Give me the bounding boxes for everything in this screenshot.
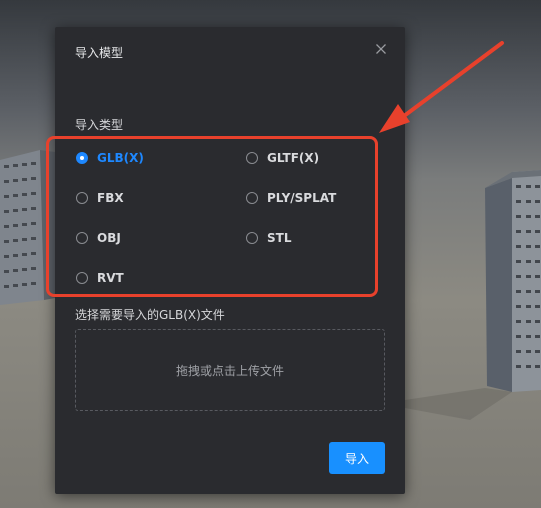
radio-option-stl[interactable]: STL xyxy=(246,228,291,248)
left-building xyxy=(0,150,55,305)
radio-unchecked-icon[interactable] xyxy=(76,232,88,244)
option-label: STL xyxy=(267,231,292,245)
right-building xyxy=(405,170,541,420)
dialog-title: 导入模型 xyxy=(75,46,124,60)
option-label: FBX xyxy=(97,191,124,205)
radio-option-ply-splat[interactable]: PLY/SPLAT xyxy=(246,188,336,208)
option-label: GLB(X) xyxy=(97,151,144,165)
option-label: OBJ xyxy=(97,231,121,245)
radio-option-obj[interactable]: OBJ xyxy=(76,228,121,248)
radio-checked-icon[interactable] xyxy=(76,152,88,164)
dropzone-hint: 拖拽或点击上传文件 xyxy=(175,363,284,378)
option-label: RVT xyxy=(97,271,124,285)
radio-unchecked-icon[interactable] xyxy=(246,152,258,164)
radio-option-glbx[interactable]: GLB(X) xyxy=(76,148,144,168)
radio-unchecked-icon[interactable] xyxy=(246,232,258,244)
radio-option-gltfx[interactable]: GLTF(X) xyxy=(246,148,319,168)
radio-unchecked-icon[interactable] xyxy=(246,192,258,204)
import-type-label: 导入类型 xyxy=(75,118,124,132)
radio-unchecked-icon[interactable] xyxy=(76,272,88,284)
option-label: PLY/SPLAT xyxy=(267,191,337,205)
option-label: GLTF(X) xyxy=(267,151,320,165)
close-icon[interactable] xyxy=(373,41,389,57)
import-model-dialog: 导入模型 导入类型 GLB(X) GLTF(X) FBX PLY/SPLAT O… xyxy=(55,27,405,494)
file-select-label: 选择需要导入的GLB(X)文件 xyxy=(75,308,225,322)
upload-dropzone[interactable]: 拖拽或点击上传文件 xyxy=(75,329,385,411)
radio-unchecked-icon[interactable] xyxy=(76,192,88,204)
import-button[interactable]: 导入 xyxy=(329,442,385,474)
radio-option-fbx[interactable]: FBX xyxy=(76,188,124,208)
radio-option-rvt[interactable]: RVT xyxy=(76,268,124,288)
